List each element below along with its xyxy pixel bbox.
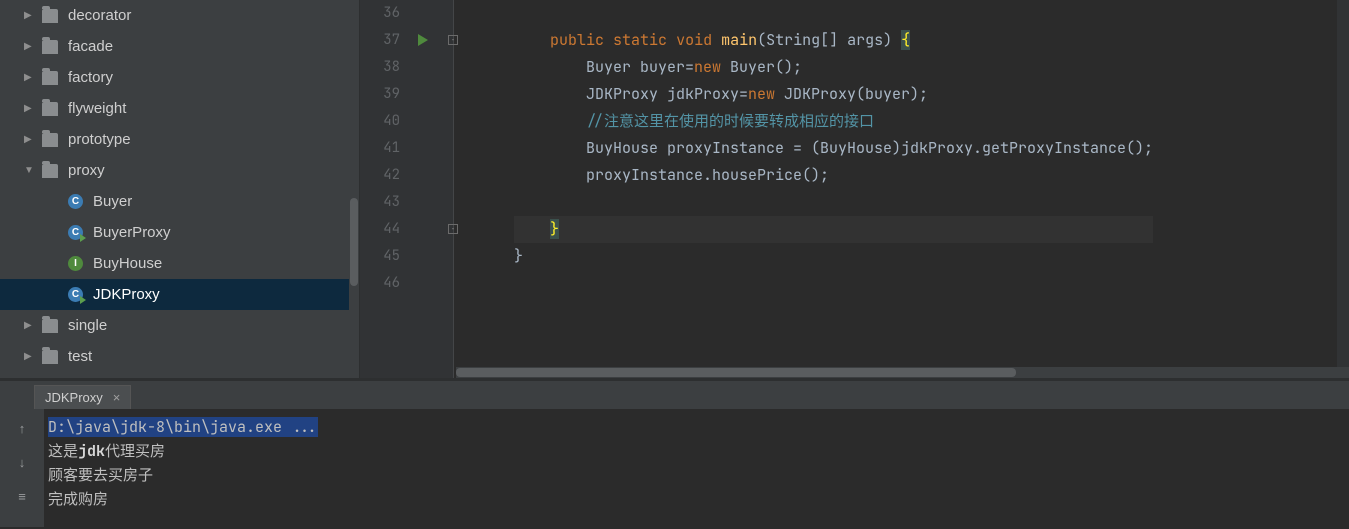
runnable-class-icon: C [68, 287, 83, 302]
code-line [514, 0, 1153, 27]
tree-item-label: single [68, 317, 107, 334]
run-config-tab-label: JDKProxy [45, 390, 103, 405]
folder-icon [42, 9, 58, 23]
console-line: 完成购房 [48, 487, 1349, 511]
tree-item-decorator[interactable]: ▶ decorator [0, 0, 359, 31]
error-stripe[interactable] [1337, 0, 1349, 378]
line-number: 41 [360, 135, 408, 162]
interface-icon: I [68, 256, 83, 271]
line-number: 43 [360, 189, 408, 216]
run-tool-window: JDKProxy × ↑ ↓ ≡ D:\java\jdk-8\bin\java.… [0, 378, 1349, 527]
class-icon: C [68, 194, 83, 209]
code-area[interactable]: public static void main(String[] args) {… [514, 0, 1153, 378]
folder-icon [42, 102, 58, 116]
chevron-down-icon: ▼ [24, 166, 34, 176]
line-number: 44 [360, 216, 408, 243]
tree-item-label: JDKProxy [93, 286, 160, 303]
code-line: proxyInstance.housePrice(); [514, 162, 1153, 189]
code-line: public static void main(String[] args) { [514, 27, 1153, 54]
tree-item-label: factory [68, 69, 113, 86]
tree-item-label: test [68, 348, 92, 365]
tree-item-buyhouse[interactable]: · I BuyHouse [0, 248, 359, 279]
fold-toggle-icon[interactable]: - [448, 224, 458, 234]
folder-icon [42, 40, 58, 54]
tree-item-buyer[interactable]: · C Buyer [0, 186, 359, 217]
folder-icon [42, 71, 58, 85]
code-line: JDKProxy jdkProxy=new JDKProxy(buyer); [514, 81, 1153, 108]
code-line: } [514, 243, 1153, 270]
scrollbar-thumb[interactable] [456, 368, 1016, 377]
console-toolbar: ↑ ↓ ≡ [0, 409, 44, 527]
code-line: BuyHouse proxyInstance = (BuyHouse)jdkPr… [514, 135, 1153, 162]
line-number: 45 [360, 243, 408, 270]
console-line: 这是jdk代理买房 [48, 439, 1349, 463]
tree-item-label: proxy [68, 162, 105, 179]
tree-item-label: prototype [68, 131, 131, 148]
tree-item-flyweight[interactable]: ▶ flyweight [0, 93, 359, 124]
line-number: 38 [360, 54, 408, 81]
folder-icon [42, 133, 58, 147]
console-line: D:\java\jdk-8\bin\java.exe ... [48, 415, 1349, 439]
chevron-right-icon: ▶ [24, 73, 34, 83]
tree-item-label: flyweight [68, 100, 126, 117]
code-line [514, 270, 1153, 297]
run-line-icon[interactable] [418, 34, 428, 46]
tree-item-single[interactable]: ▶ single [0, 310, 359, 341]
tree-item-facade[interactable]: ▶ facade [0, 31, 359, 62]
console-line: 顾客要去买房子 [48, 463, 1349, 487]
code-line: Buyer buyer=new Buyer(); [514, 54, 1153, 81]
runnable-class-icon: C [68, 225, 83, 240]
chevron-right-icon: ▶ [24, 42, 34, 52]
tree-item-label: BuyHouse [93, 255, 162, 272]
line-number-gutter: 36 37 38 39 40 41 42 43 44 45 46 [360, 0, 408, 378]
scroll-up-icon[interactable]: ↑ [13, 419, 31, 437]
line-number: 42 [360, 162, 408, 189]
tree-item-factory[interactable]: ▶ factory [0, 62, 359, 93]
fold-gutter: - - [448, 0, 466, 378]
tree-item-test[interactable]: ▶ test [0, 341, 359, 372]
code-line: //注意这里在使用的时候要转成相应的接口 [514, 108, 1153, 135]
tree-item-proxy[interactable]: ▼ proxy [0, 155, 359, 186]
console-output[interactable]: D:\java\jdk-8\bin\java.exe ... 这是jdk代理买房… [44, 409, 1349, 527]
chevron-right-icon: ▶ [24, 135, 34, 145]
chevron-right-icon: ▶ [24, 352, 34, 362]
close-icon[interactable]: × [113, 390, 121, 405]
tree-item-buyerproxy[interactable]: · C BuyerProxy [0, 217, 359, 248]
chevron-right-icon: ▶ [24, 11, 34, 21]
tree-item-label: BuyerProxy [93, 224, 171, 241]
tree-item-label: Buyer [93, 193, 132, 210]
code-line: } [514, 216, 1153, 243]
folder-icon [42, 350, 58, 364]
tree-item-prototype[interactable]: ▶ prototype [0, 124, 359, 155]
scrollbar-thumb[interactable] [350, 198, 358, 286]
folder-icon [42, 319, 58, 333]
line-number: 37 [360, 27, 408, 54]
chevron-right-icon: ▶ [24, 321, 34, 331]
project-tree: ▶ decorator ▶ facade ▶ factory ▶ flyweig… [0, 0, 360, 378]
tree-item-jdkproxy[interactable]: · C JDKProxy [0, 279, 359, 310]
tree-item-label: facade [68, 38, 113, 55]
line-number: 36 [360, 0, 408, 27]
run-tab-bar: JDKProxy × [0, 381, 1349, 409]
editor-horizontal-scrollbar[interactable] [456, 367, 1349, 378]
scroll-down-icon[interactable]: ↓ [13, 453, 31, 471]
code-editor[interactable]: 36 37 38 39 40 41 42 43 44 45 46 - - pub… [360, 0, 1349, 378]
tree-item-label: decorator [68, 7, 131, 24]
folder-icon [42, 164, 58, 178]
line-number: 39 [360, 81, 408, 108]
code-line [514, 189, 1153, 216]
run-config-tab[interactable]: JDKProxy × [34, 385, 131, 409]
soft-wrap-icon[interactable]: ≡ [13, 487, 31, 505]
line-number: 46 [360, 270, 408, 297]
sidebar-scrollbar[interactable] [349, 0, 359, 378]
chevron-right-icon: ▶ [24, 104, 34, 114]
fold-toggle-icon[interactable]: - [448, 35, 458, 45]
line-number: 40 [360, 108, 408, 135]
